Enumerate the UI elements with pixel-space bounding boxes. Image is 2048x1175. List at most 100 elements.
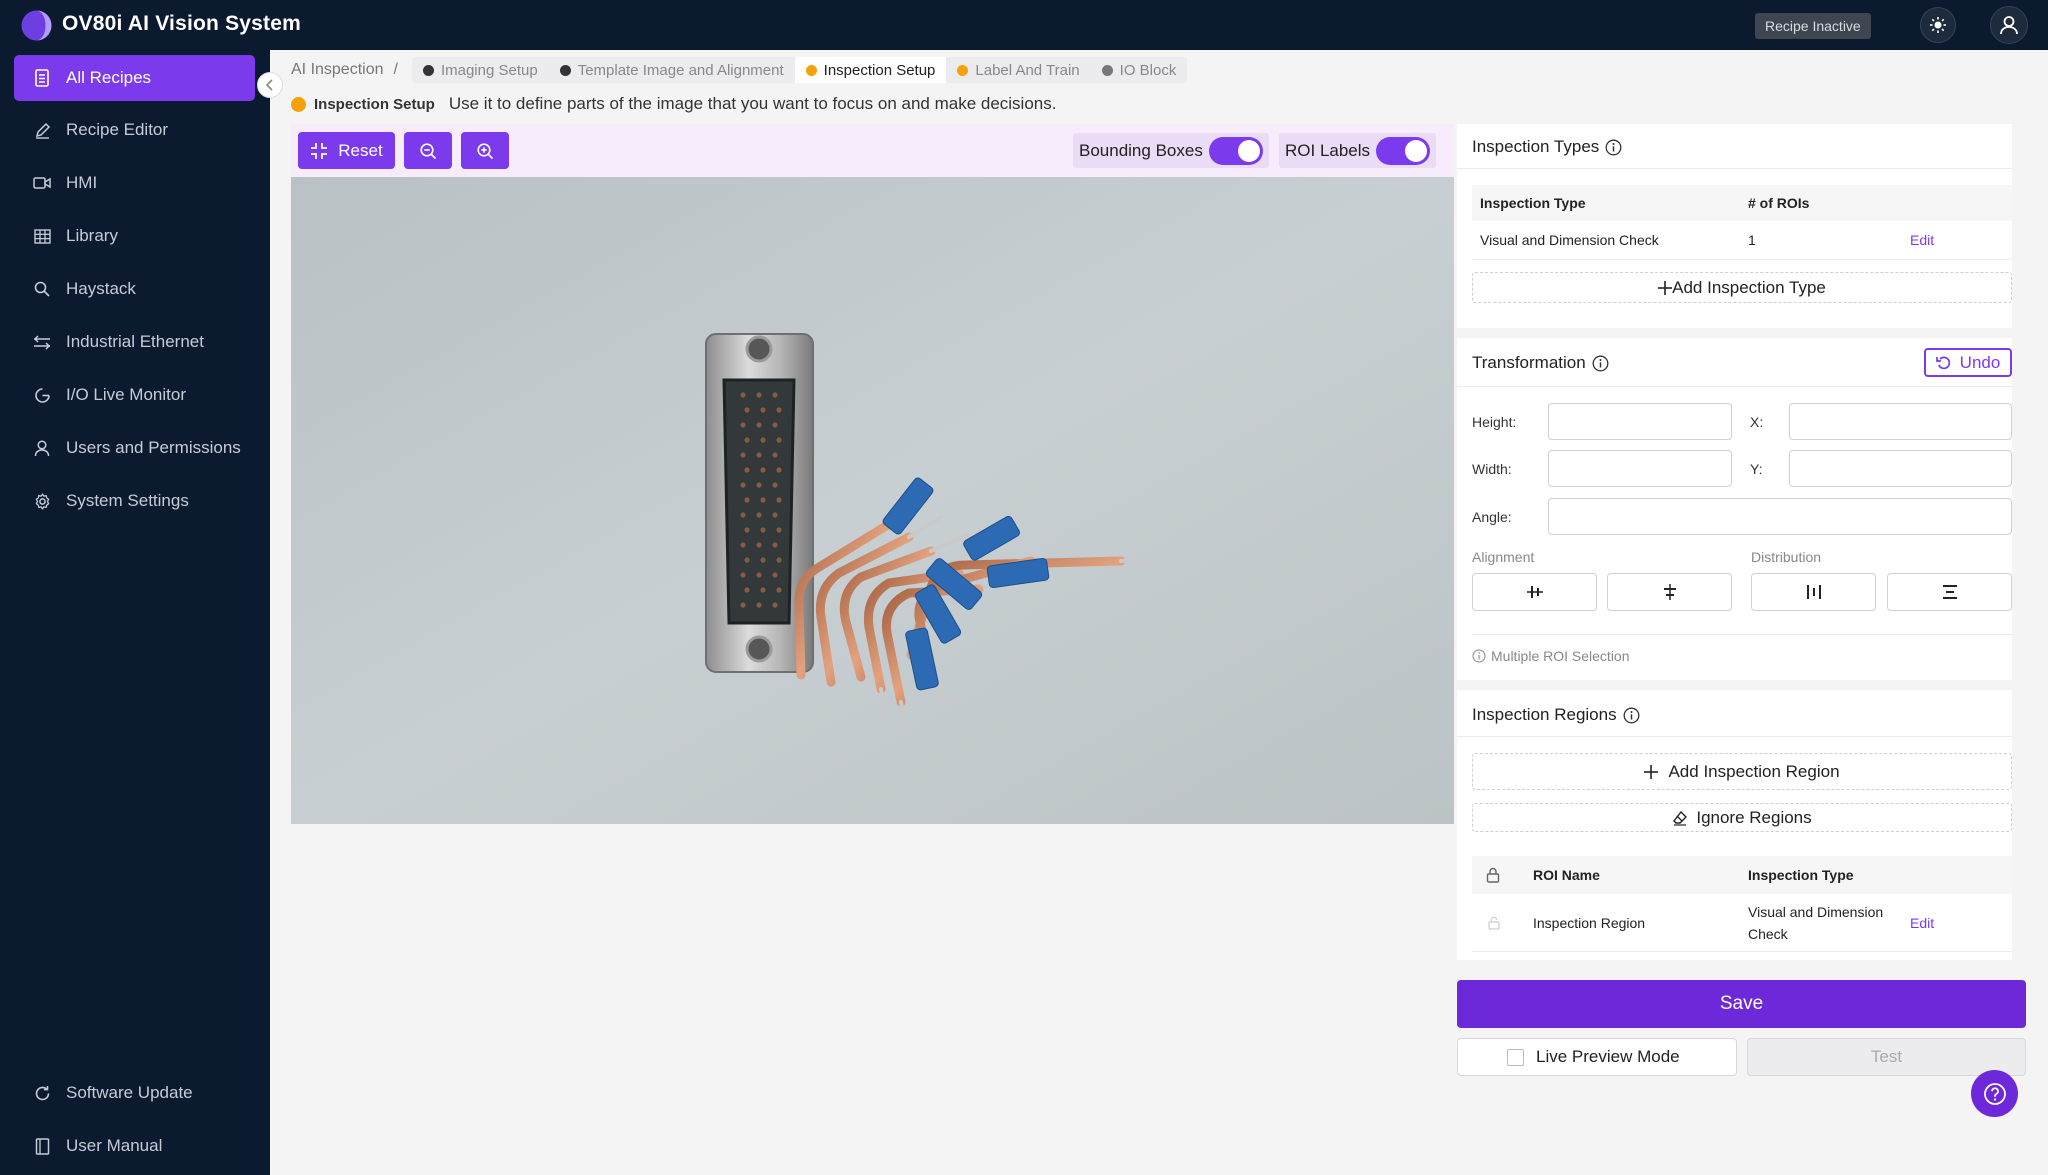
- save-button[interactable]: Save: [1457, 980, 2026, 1028]
- tab-template-image-alignment[interactable]: Template Image and Alignment: [549, 57, 795, 83]
- bounding-boxes-switch[interactable]: [1208, 136, 1263, 165]
- column-header: Inspection Type: [1480, 195, 1586, 211]
- align-horizontal-center-button[interactable]: [1472, 573, 1597, 611]
- sidebar-item-users-permissions[interactable]: Users and Permissions: [14, 425, 255, 471]
- distribute-vertical-button[interactable]: [1887, 573, 2012, 611]
- info-icon[interactable]: [1592, 355, 1609, 372]
- width-label: Width:: [1472, 461, 1512, 477]
- sidebar-item-user-manual[interactable]: User Manual: [14, 1123, 255, 1169]
- sun-icon: [1930, 17, 1946, 33]
- y-field[interactable]: [1789, 450, 2012, 487]
- page-subtitle: Inspection Setup Use it to define parts …: [291, 94, 1056, 114]
- breadcrumb-root[interactable]: AI Inspection: [291, 61, 384, 79]
- zoom-in-button[interactable]: [461, 132, 509, 169]
- connector-pin: [776, 557, 782, 563]
- tab-imaging-setup[interactable]: Imaging Setup: [412, 57, 549, 83]
- inspection-type-name: Visual and Dimension Check: [1480, 232, 1659, 248]
- x-field[interactable]: [1789, 403, 2012, 440]
- roi-lock-toggle[interactable]: [1488, 894, 1500, 951]
- chevron-left-icon: [265, 79, 273, 91]
- inspection-image-viewer[interactable]: [291, 177, 1454, 824]
- transformation-panel: Transformation Undo Height: X: Width: Y:…: [1457, 338, 2012, 680]
- ignore-regions-label: Ignore Regions: [1696, 807, 1812, 827]
- sidebar-item-hmi[interactable]: HMI: [14, 160, 255, 206]
- edit-inspection-type-link[interactable]: Edit: [1910, 221, 1934, 259]
- connector-pin: [740, 602, 746, 608]
- height-field[interactable]: [1548, 403, 1732, 440]
- tab-io-block[interactable]: IO Block: [1091, 57, 1188, 83]
- sidebar-item-system-settings[interactable]: System Settings: [14, 478, 255, 524]
- ethernet-icon: [32, 332, 52, 352]
- roi-table-header: ROI Name Inspection Type: [1472, 856, 2012, 894]
- unlock-icon: [1488, 916, 1500, 930]
- connector-pin: [740, 572, 746, 578]
- user-icon: [32, 438, 52, 458]
- sidebar-item-haystack[interactable]: Haystack: [14, 266, 255, 312]
- help-button[interactable]: [1971, 1070, 2018, 1117]
- collapse-sidebar-button[interactable]: [257, 72, 283, 98]
- connector-pin: [772, 392, 778, 398]
- connector-pin: [772, 422, 778, 428]
- monitor-icon: [32, 385, 52, 405]
- info-icon[interactable]: [1605, 139, 1622, 156]
- sidebar-item-label: All Recipes: [66, 68, 152, 87]
- theme-toggle-button[interactable]: [1920, 7, 1956, 43]
- connector-pin: [740, 392, 746, 398]
- step-status-dot: [422, 64, 434, 76]
- reset-label: Reset: [338, 140, 383, 160]
- undo-button[interactable]: Undo: [1924, 348, 2012, 377]
- reset-button[interactable]: Reset: [298, 132, 395, 169]
- sidebar-item-library[interactable]: Library: [14, 213, 255, 259]
- live-preview-toggle[interactable]: Live Preview Mode: [1457, 1038, 1737, 1076]
- recipe-status-badge: Recipe Inactive: [1755, 13, 1871, 39]
- connector-pin: [740, 482, 746, 488]
- step-status-dot: [805, 64, 817, 76]
- test-button[interactable]: Test: [1747, 1038, 2026, 1076]
- ignore-regions-button[interactable]: Ignore Regions: [1472, 803, 2012, 832]
- distribute-horizontal-button[interactable]: [1751, 573, 1876, 611]
- user-account-button[interactable]: [1990, 6, 2028, 44]
- step-status-dot: [559, 64, 571, 76]
- tab-label-and-train[interactable]: Label And Train: [946, 57, 1090, 83]
- connector-pin: [760, 587, 766, 593]
- connector-pin: [744, 497, 750, 503]
- roi-count: 1: [1748, 232, 1756, 248]
- info-icon[interactable]: [1623, 707, 1640, 724]
- sidebar-item-label: User Manual: [66, 1136, 163, 1155]
- sidebar-item-recipe-editor[interactable]: Recipe Editor: [14, 107, 255, 153]
- connector-pin: [740, 452, 746, 458]
- angle-field[interactable]: [1548, 498, 2012, 535]
- sidebar-item-io-live-monitor[interactable]: I/O Live Monitor: [14, 372, 255, 418]
- tab-inspection-setup[interactable]: Inspection Setup: [794, 57, 947, 83]
- sidebar-item-label: System Settings: [66, 491, 189, 510]
- search-icon: [32, 279, 52, 299]
- sidebar-item-label: Library: [66, 226, 118, 245]
- step-status-dot: [291, 96, 306, 112]
- table-row[interactable]: Inspection Region Visual and Dimension C…: [1472, 894, 2012, 952]
- sidebar-item-all-recipes[interactable]: All Recipes: [14, 55, 255, 101]
- inspection-regions-title: Inspection Regions: [1472, 705, 1640, 725]
- connector-pin: [756, 452, 762, 458]
- live-preview-checkbox[interactable]: [1507, 1048, 1524, 1066]
- pencil-icon: [32, 120, 52, 140]
- image-toolbar: Reset Bounding Boxes ROI Labels: [291, 124, 1454, 177]
- connector-pin: [744, 437, 750, 443]
- connector-pin: [776, 437, 782, 443]
- sidebar-item-software-update[interactable]: Software Update: [14, 1070, 255, 1116]
- edit-roi-link[interactable]: Edit: [1910, 894, 1934, 951]
- eraser-icon: [1673, 810, 1688, 826]
- width-field[interactable]: [1548, 450, 1732, 487]
- add-inspection-type-button[interactable]: Add Inspection Type: [1472, 272, 2012, 303]
- plus-icon: [1644, 764, 1659, 779]
- zoom-out-button[interactable]: [404, 132, 452, 169]
- undo-icon: [1935, 356, 1950, 369]
- tab-label: IO Block: [1119, 61, 1177, 79]
- connector-pin: [756, 392, 762, 398]
- sidebar-item-industrial-ethernet[interactable]: Industrial Ethernet: [14, 319, 255, 365]
- app-title: OV80i AI Vision System: [62, 12, 301, 35]
- add-inspection-region-button[interactable]: Add Inspection Region: [1472, 753, 2012, 790]
- connector-pin: [744, 587, 750, 593]
- step-status-dot: [1101, 64, 1113, 76]
- align-vertical-center-button[interactable]: [1607, 573, 1732, 611]
- roi-labels-switch[interactable]: [1376, 136, 1431, 165]
